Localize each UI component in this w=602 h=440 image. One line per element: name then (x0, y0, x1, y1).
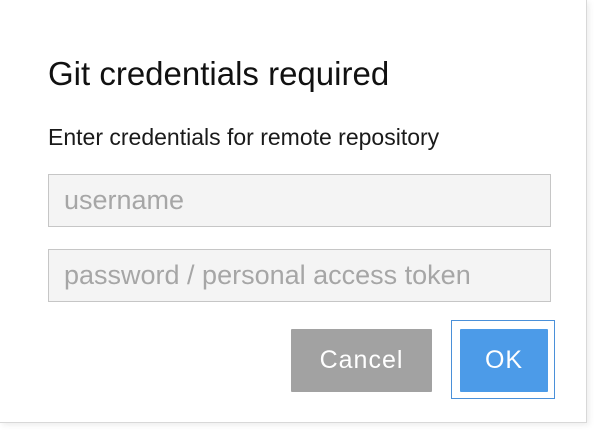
ok-button[interactable]: OK (460, 329, 548, 392)
password-field[interactable] (48, 249, 551, 302)
cancel-button[interactable]: Cancel (291, 329, 432, 392)
username-field[interactable] (48, 174, 551, 227)
git-credentials-dialog: Git credentials required Enter credentia… (0, 0, 587, 423)
dialog-title: Git credentials required (48, 55, 390, 92)
dialog-subtitle: Enter credentials for remote repository (48, 124, 440, 150)
